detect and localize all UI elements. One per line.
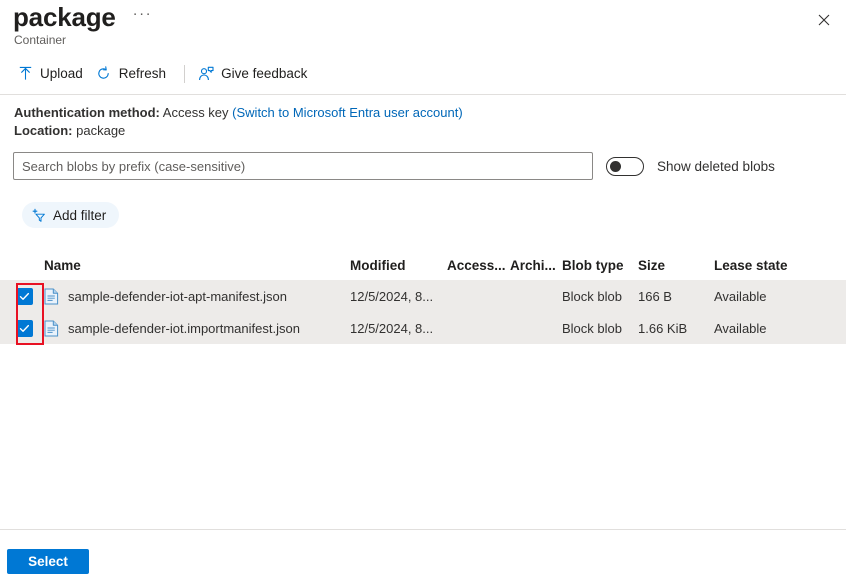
column-header-name[interactable]: Name — [44, 258, 350, 273]
column-header-lease-state[interactable]: Lease state — [714, 258, 834, 273]
toggle-knob — [610, 161, 621, 172]
command-bar-divider — [184, 64, 186, 83]
page-subtitle: Container — [14, 33, 67, 47]
row-lease-state-cell: Available — [714, 288, 767, 304]
add-filter-label: Add filter — [53, 207, 107, 223]
column-header-size[interactable]: Size — [638, 258, 714, 273]
add-filter-funnel-icon — [32, 208, 47, 223]
refresh-button[interactable]: Refresh — [92, 58, 175, 89]
row-checkbox[interactable] — [16, 319, 33, 337]
table-header-row: Name Modified Access... Archi... Blob ty… — [0, 250, 846, 280]
table-row[interactable]: sample-defender-iot.importmanifest.json … — [0, 312, 846, 344]
add-filter-button[interactable]: Add filter — [22, 202, 120, 228]
show-deleted-blobs-label: Show deleted blobs — [657, 159, 775, 174]
refresh-label: Refresh — [118, 66, 167, 81]
show-deleted-blobs-control: Show deleted blobs — [606, 157, 775, 176]
row-lease-state-cell: Available — [714, 320, 767, 336]
row-modified-cell: 12/5/2024, 8... — [350, 320, 434, 336]
upload-label: Upload — [40, 66, 83, 81]
row-name-cell: sample-defender-iot-apt-manifest.json — [44, 288, 350, 305]
switch-auth-link[interactable]: (Switch to Microsoft Entra user account) — [232, 105, 462, 120]
header-divider — [0, 94, 846, 95]
json-file-icon — [44, 288, 59, 305]
json-file-icon — [44, 320, 59, 337]
select-button[interactable]: Select — [7, 549, 89, 574]
more-options-ellipsis-icon[interactable]: ··· — [130, 5, 156, 29]
authentication-method-label: Authentication method: — [14, 105, 160, 120]
column-header-access-tier[interactable]: Access... — [447, 258, 510, 273]
title-row: package ··· — [13, 2, 155, 32]
give-feedback-label: Give feedback — [221, 66, 308, 81]
search-input[interactable] — [13, 152, 593, 180]
table-row[interactable]: sample-defender-iot-apt-manifest.json 12… — [0, 280, 846, 312]
location-label: Location: — [14, 123, 73, 138]
row-size-cell: 166 B — [638, 288, 672, 304]
row-name-cell: sample-defender-iot.importmanifest.json — [44, 320, 350, 337]
give-feedback-button[interactable]: Give feedback — [194, 58, 316, 89]
location-row: Location: package — [14, 122, 463, 140]
row-select-cell — [16, 287, 44, 305]
column-header-blob-type[interactable]: Blob type — [562, 258, 638, 273]
column-header-modified[interactable]: Modified — [350, 258, 447, 273]
row-blob-type-cell: Block blob — [562, 288, 622, 304]
row-checkbox[interactable] — [16, 287, 33, 305]
blob-name-link[interactable]: sample-defender-iot.importmanifest.json — [68, 321, 300, 336]
blob-table: Name Modified Access... Archi... Blob ty… — [0, 250, 846, 344]
authentication-method-row: Authentication method: Access key (Switc… — [14, 104, 463, 122]
authentication-method-value: Access key — [162, 105, 229, 120]
column-header-archive[interactable]: Archi... — [510, 258, 562, 273]
refresh-icon — [96, 66, 112, 82]
upload-icon — [17, 66, 33, 82]
row-blob-type-cell: Block blob — [562, 320, 622, 336]
feedback-person-icon — [198, 66, 214, 82]
show-deleted-blobs-toggle[interactable] — [606, 157, 644, 176]
row-size-cell: 1.66 KiB — [638, 320, 688, 336]
row-modified-cell: 12/5/2024, 8... — [350, 288, 434, 304]
blob-name-link[interactable]: sample-defender-iot-apt-manifest.json — [68, 289, 287, 304]
upload-button[interactable]: Upload — [13, 58, 92, 89]
page-title: package — [13, 2, 116, 32]
footer-divider — [0, 529, 846, 530]
location-value: package — [76, 123, 126, 138]
row-select-cell — [16, 319, 44, 337]
command-bar: Upload Refresh Give feedback — [0, 58, 846, 89]
close-icon[interactable] — [808, 4, 840, 36]
authentication-info: Authentication method: Access key (Switc… — [14, 104, 463, 140]
